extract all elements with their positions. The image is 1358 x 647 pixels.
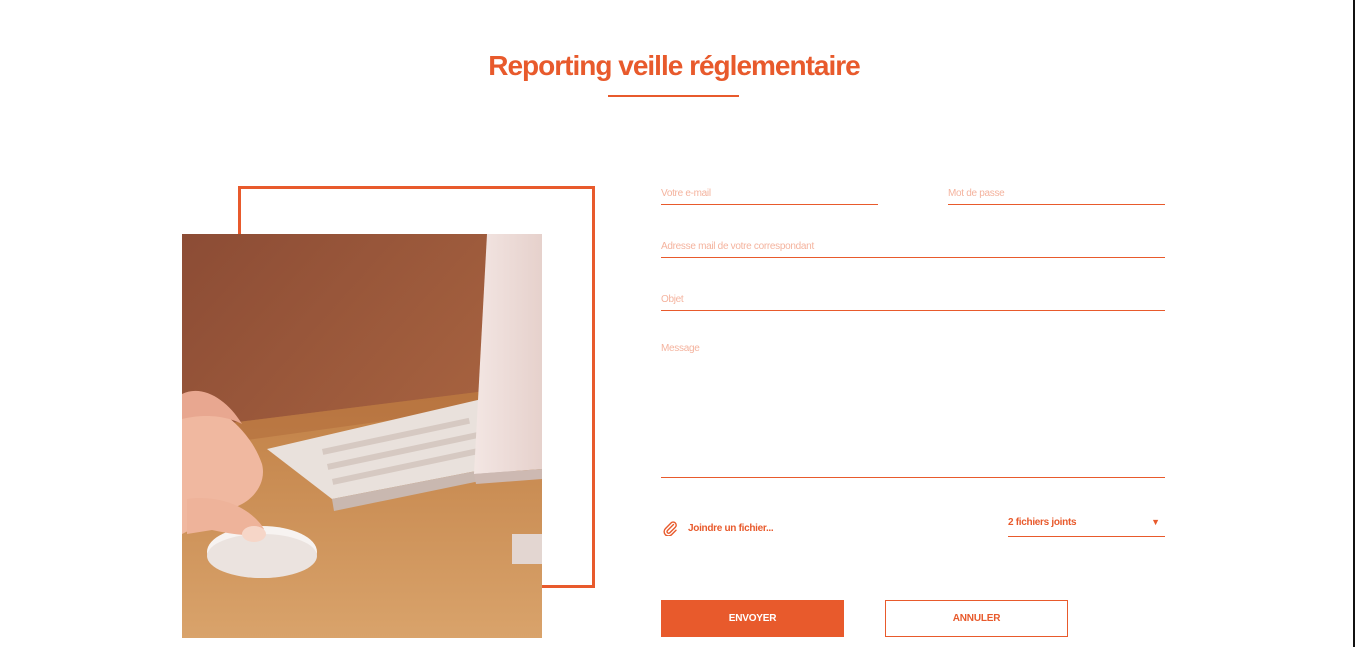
paperclip-icon — [662, 520, 678, 537]
attached-files-value: 2 fichiers joints — [1008, 517, 1077, 528]
attach-file-label: Joindre un fichier... — [688, 522, 774, 534]
cancel-button[interactable]: ANNULER — [885, 600, 1068, 637]
email-input[interactable] — [661, 183, 878, 205]
correspondent-email-input[interactable] — [661, 236, 1165, 258]
office-photo — [182, 234, 542, 638]
window-edge — [1353, 0, 1355, 647]
attached-files-dropdown[interactable]: 2 fichiers joints ▼ — [1008, 514, 1165, 537]
password-input[interactable] — [948, 183, 1165, 205]
subject-input[interactable] — [661, 289, 1165, 311]
message-textarea[interactable] — [661, 343, 1165, 478]
page-title: Reporting veille réglementaire — [488, 50, 860, 81]
send-button[interactable]: ENVOYER — [661, 600, 844, 637]
title-underline — [608, 95, 739, 97]
attach-file-button[interactable]: Joindre un fichier... — [662, 518, 774, 538]
caret-down-icon: ▼ — [1151, 517, 1160, 527]
